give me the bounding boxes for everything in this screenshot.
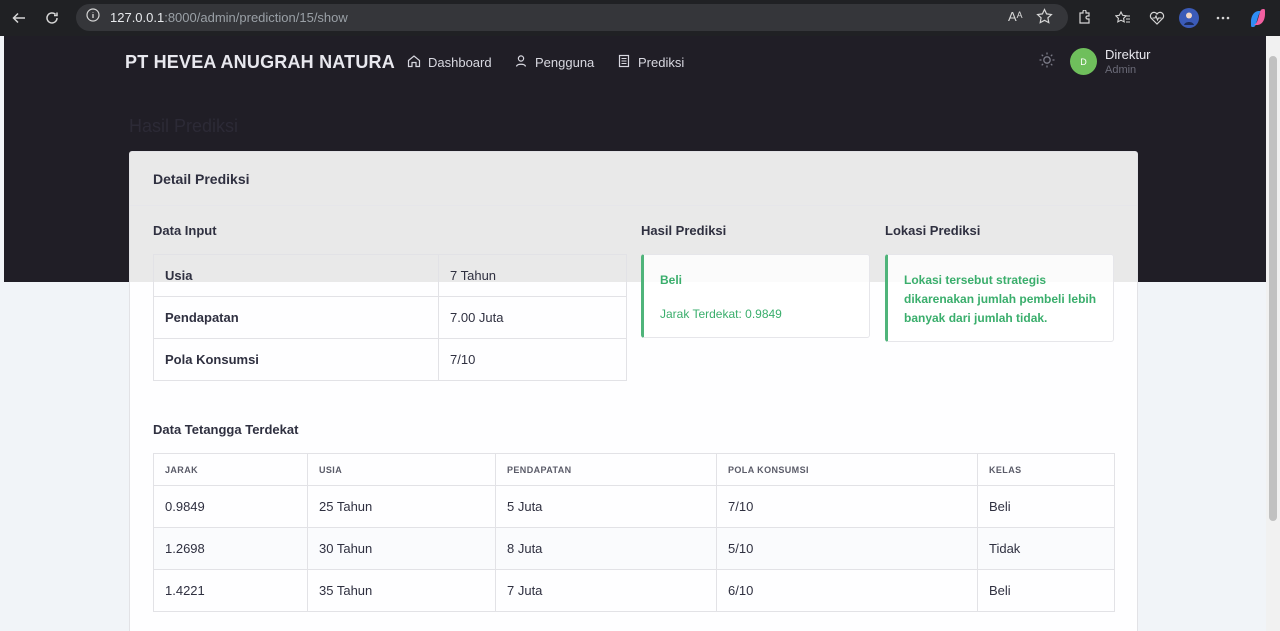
brand-title[interactable]: PT HEVEA ANUGRAH NATURA bbox=[125, 52, 395, 73]
table-cell: 35 Tahun bbox=[307, 569, 496, 612]
table-cell: Beli bbox=[977, 485, 1115, 528]
scrollbar-thumb[interactable] bbox=[1269, 56, 1277, 521]
nearest-distance: Jarak Terdekat: 0.9849 bbox=[660, 307, 782, 321]
column-header: PENDAPATAN bbox=[495, 453, 717, 486]
browser-toolbar: 127.0.0.1:8000/admin/prediction/15/show … bbox=[0, 0, 1280, 36]
table-row: 1.4221 35 Tahun 7 Juta 6/10 Beli bbox=[153, 569, 1115, 612]
nav-item-prediksi[interactable]: Prediksi bbox=[617, 54, 684, 71]
column-header: POLA KONSUMSI bbox=[716, 453, 978, 486]
table-cell: 7/10 bbox=[716, 485, 978, 528]
theme-toggle-sun-icon[interactable] bbox=[1038, 51, 1056, 69]
page-scrollbar[interactable] bbox=[1266, 36, 1280, 631]
nav-label: Prediksi bbox=[638, 55, 685, 70]
input-label: Pola Konsumsi bbox=[153, 338, 439, 381]
url-path: :8000/admin/prediction/15/show bbox=[164, 10, 348, 25]
column-header: USIA bbox=[307, 453, 496, 486]
user-name[interactable]: Direktur bbox=[1105, 47, 1151, 62]
more-icon[interactable] bbox=[1213, 8, 1233, 28]
result-section-title: Hasil Prediksi bbox=[641, 223, 727, 238]
table-cell: 5/10 bbox=[716, 527, 978, 570]
table-cell: 5 Juta bbox=[495, 485, 717, 528]
reload-icon[interactable] bbox=[42, 8, 62, 28]
input-row: Pola Konsumsi 7/10 bbox=[153, 338, 627, 381]
table-cell: 8 Juta bbox=[495, 527, 717, 570]
table-row: 0.9849 25 Tahun 5 Juta 7/10 Beli bbox=[153, 485, 1115, 528]
user-avatar[interactable]: D bbox=[1070, 48, 1097, 75]
extensions-icon[interactable] bbox=[1074, 8, 1094, 28]
document-icon bbox=[617, 54, 631, 71]
nav-item-pengguna[interactable]: Pengguna bbox=[514, 54, 594, 71]
input-table: Usia 7 Tahun Pendapatan 7.00 Juta Pola K… bbox=[153, 254, 627, 381]
prediction-result-alert: Beli Jarak Terdekat: 0.9849 bbox=[641, 254, 870, 338]
neighbors-table: JARAK USIA PENDAPATAN POLA KONSUMSI KELA… bbox=[153, 453, 1115, 612]
health-icon[interactable] bbox=[1147, 8, 1167, 28]
column-header: JARAK bbox=[153, 453, 308, 486]
url-text: 127.0.0.1:8000/admin/prediction/15/show bbox=[110, 10, 348, 25]
input-section-title: Data Input bbox=[153, 223, 217, 238]
table-cell: 0.9849 bbox=[153, 485, 308, 528]
table-cell: 7 Juta bbox=[495, 569, 717, 612]
profile-avatar-icon[interactable] bbox=[1179, 8, 1199, 28]
table-cell: 25 Tahun bbox=[307, 485, 496, 528]
nav-label: Dashboard bbox=[428, 55, 492, 70]
user-icon bbox=[514, 54, 528, 71]
url-host: 127.0.0.1 bbox=[110, 10, 165, 25]
table-cell: Tidak bbox=[977, 527, 1115, 570]
detail-card: Detail Prediksi Data Input Usia 7 Tahun … bbox=[129, 151, 1138, 631]
copilot-icon[interactable] bbox=[1248, 8, 1268, 28]
table-cell: 6/10 bbox=[716, 569, 978, 612]
prediction-label: Beli bbox=[660, 273, 683, 287]
input-label: Usia bbox=[153, 254, 439, 297]
column-header: KELAS bbox=[977, 453, 1115, 486]
user-role: Admin bbox=[1105, 64, 1137, 76]
nav-label: Pengguna bbox=[535, 55, 595, 70]
page-content: PT HEVEA ANUGRAH NATURA Dashboard Penggu… bbox=[4, 36, 1266, 631]
nav-item-dashboard[interactable]: Dashboard bbox=[407, 54, 492, 71]
location-text: Lokasi tersebut strategis dikarenakan ju… bbox=[904, 273, 1097, 325]
table-header-row: JARAK USIA PENDAPATAN POLA KONSUMSI KELA… bbox=[153, 453, 1115, 486]
input-value: 7 Tahun bbox=[438, 254, 627, 297]
page-title: Hasil Prediksi bbox=[129, 116, 239, 136]
input-value: 7.00 Juta bbox=[438, 296, 627, 339]
home-icon bbox=[407, 54, 421, 71]
input-label: Pendapatan bbox=[153, 296, 439, 339]
read-aloud-icon[interactable]: Aᴬ bbox=[1008, 9, 1023, 24]
favorite-star-icon[interactable] bbox=[1036, 8, 1053, 30]
address-bar[interactable]: 127.0.0.1:8000/admin/prediction/15/show … bbox=[76, 4, 1068, 31]
table-row: 1.2698 30 Tahun 8 Juta 5/10 Tidak bbox=[153, 527, 1115, 570]
location-section-title: Lokasi Prediksi bbox=[885, 223, 981, 238]
table-cell: 30 Tahun bbox=[307, 527, 496, 570]
neighbors-section-title: Data Tetangga Terdekat bbox=[153, 422, 299, 437]
input-row: Usia 7 Tahun bbox=[153, 254, 627, 297]
back-icon[interactable] bbox=[9, 8, 29, 28]
site-info-icon[interactable] bbox=[86, 8, 100, 27]
input-row: Pendapatan 7.00 Juta bbox=[153, 296, 627, 339]
table-cell: 1.2698 bbox=[153, 527, 308, 570]
location-alert: Lokasi tersebut strategis dikarenakan ju… bbox=[885, 254, 1114, 342]
favorites-icon[interactable] bbox=[1113, 8, 1133, 28]
table-cell: Beli bbox=[977, 569, 1115, 612]
input-value: 7/10 bbox=[438, 338, 627, 381]
table-cell: 1.4221 bbox=[153, 569, 308, 612]
card-title: Detail Prediksi bbox=[130, 152, 1137, 206]
